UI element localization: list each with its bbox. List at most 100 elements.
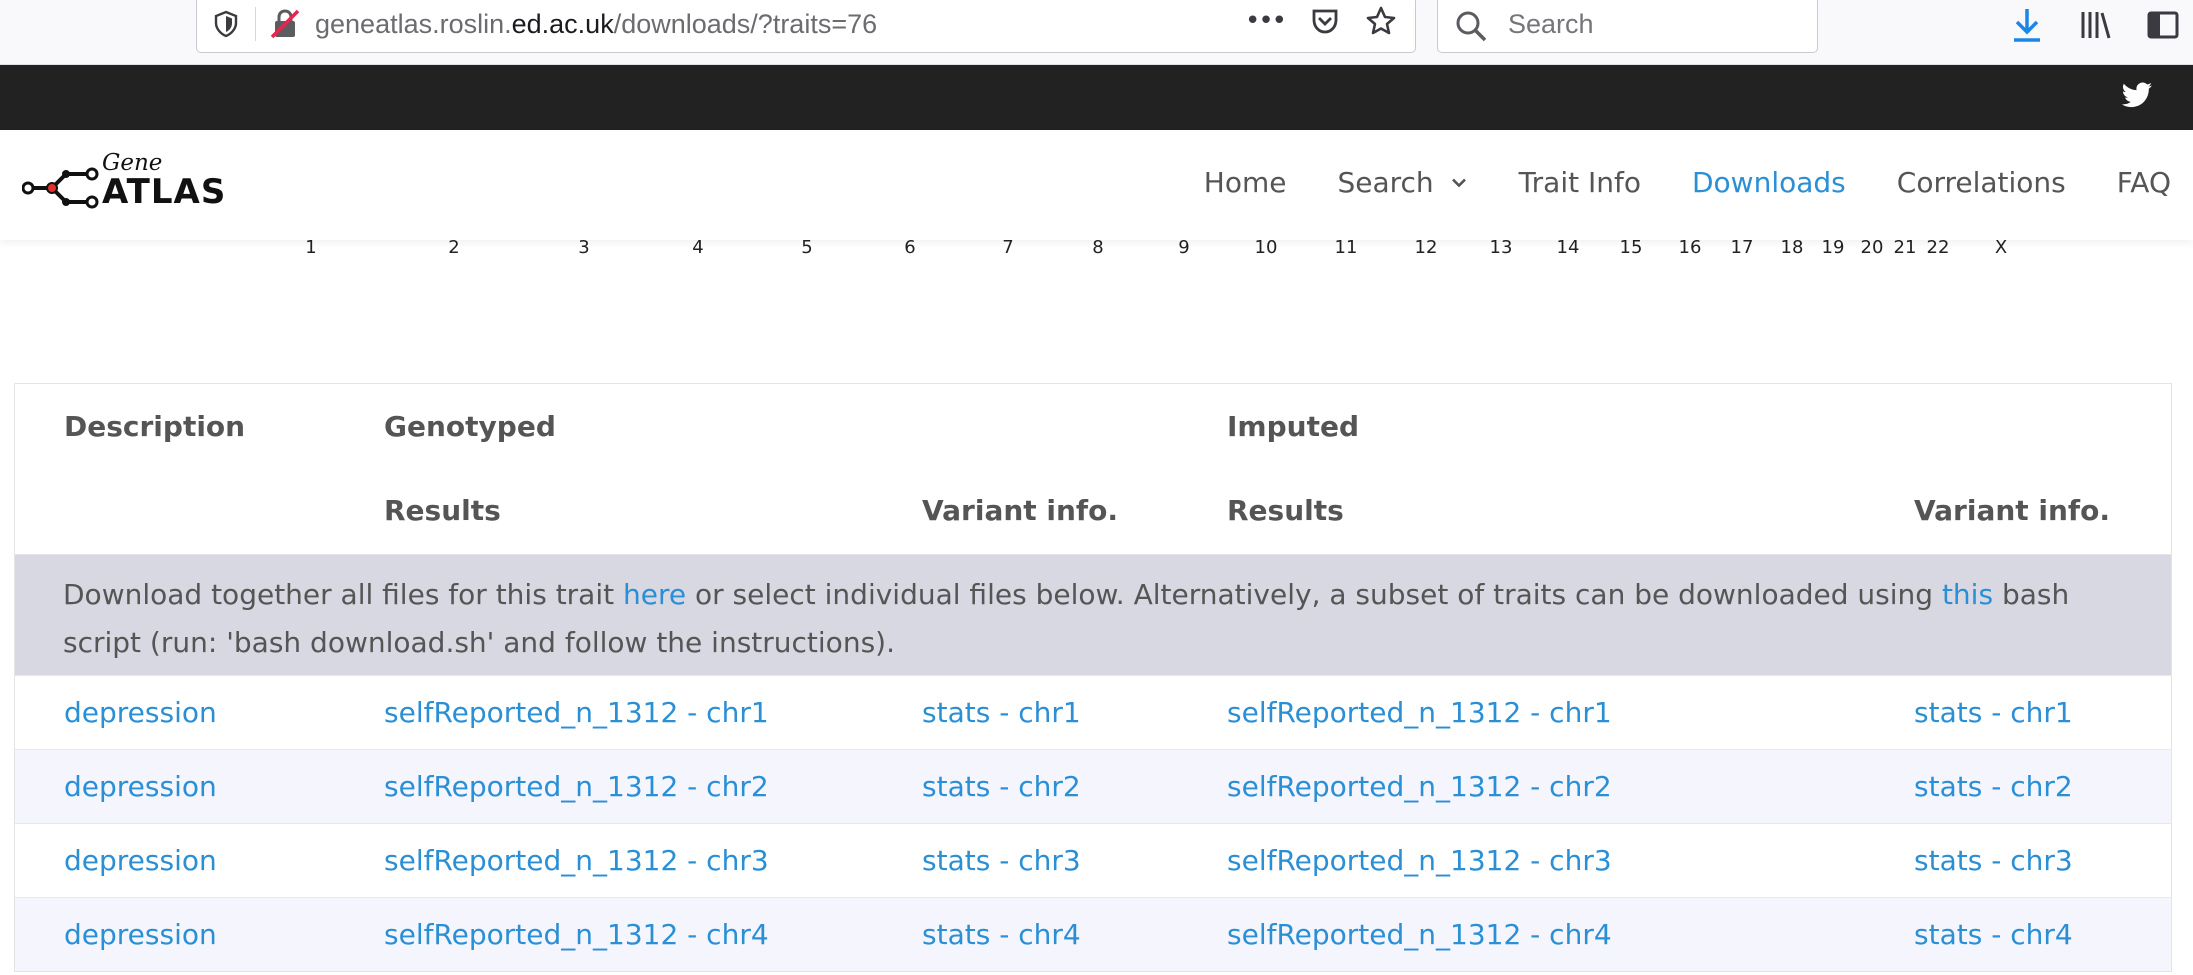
url-domain: ed.ac.uk [511, 9, 614, 39]
sidebar-toggle-icon[interactable] [2146, 8, 2180, 42]
genotyped-variant-link[interactable]: stats - chr2 [922, 770, 1081, 803]
nav-correlations-label: Correlations [1896, 166, 2066, 199]
nav-trait-info-label: Trait Info [1518, 166, 1641, 199]
library-icon[interactable] [2078, 8, 2112, 42]
pocket-icon[interactable] [1309, 5, 1341, 37]
nav-faq[interactable]: FAQ [2117, 166, 2171, 199]
url-prefix: geneatlas.roslin. [315, 9, 512, 39]
notice-text: Download together all files for this tra… [63, 578, 623, 611]
imputed-results-link[interactable]: selfReported_n_1312 - chr1 [1227, 696, 1612, 729]
imputed-results-link[interactable]: selfReported_n_1312 - chr4 [1227, 918, 1612, 951]
chromosome-label: 21 [1893, 237, 1917, 258]
address-bar-divider [255, 7, 256, 41]
bookmark-star-icon[interactable] [1365, 5, 1397, 37]
notice-text: or select individual files below. Altern… [686, 578, 1942, 611]
chromosome-label: 14 [1556, 237, 1580, 258]
nav-faq-label: FAQ [2116, 166, 2171, 199]
table-header: Description Genotyped Imputed Results Va… [15, 384, 2171, 554]
imputed-variant-link[interactable]: stats - chr2 [1914, 770, 2073, 803]
address-bar[interactable]: geneatlas.roslin.ed.ac.uk/downloads/?tra… [196, 0, 1416, 53]
nav-downloads-label: Downloads [1691, 166, 1846, 199]
header-imputed: Imputed [1227, 410, 1359, 443]
description-link[interactable]: depression [64, 918, 217, 951]
page-actions-menu-icon[interactable]: ••• [1245, 6, 1287, 36]
description-link[interactable]: depression [64, 770, 217, 803]
header-description: Description [64, 410, 246, 443]
chromosome-label: 5 [801, 237, 813, 258]
imputed-variant-link[interactable]: stats - chr1 [1914, 696, 2073, 729]
nav-trait-info[interactable]: Trait Info [1519, 166, 1641, 199]
download-all-link[interactable]: here [623, 578, 686, 611]
nav-downloads[interactable]: Downloads [1692, 166, 1846, 199]
imputed-variant-link[interactable]: stats - chr3 [1914, 844, 2073, 877]
genotyped-results-link[interactable]: selfReported_n_1312 - chr4 [384, 918, 769, 951]
site-top-bar [0, 65, 2193, 130]
site-navbar: Gene ATLAS Home Search Trait Info Downlo… [0, 130, 2193, 240]
table-row: depression selfReported_n_1312 - chr1 st… [15, 675, 2171, 749]
table-row: depression selfReported_n_1312 - chr4 st… [15, 897, 2171, 971]
chromosome-label: 7 [1002, 237, 1014, 258]
chromosome-label: X [1994, 237, 2008, 258]
header-genotyped-variant-info: Variant info. [922, 494, 1118, 527]
browser-search-field[interactable]: Search [1437, 0, 1818, 53]
nav-search-label: Search [1337, 166, 1434, 199]
imputed-results-link[interactable]: selfReported_n_1312 - chr2 [1227, 770, 1612, 803]
description-link[interactable]: depression [64, 844, 217, 877]
imputed-results-link[interactable]: selfReported_n_1312 - chr3 [1227, 844, 1612, 877]
chromosome-label: 19 [1821, 237, 1845, 258]
description-link[interactable]: depression [64, 696, 217, 729]
logo-text-atlas: ATLAS [102, 172, 227, 212]
chromosome-label: 12 [1414, 237, 1438, 258]
insecure-lock-icon[interactable] [269, 7, 301, 41]
table-row: depression selfReported_n_1312 - chr2 st… [15, 749, 2171, 823]
chromosome-label: 2 [448, 237, 460, 258]
chromosome-label: 4 [692, 237, 704, 258]
chromosome-label: 11 [1334, 237, 1358, 258]
url-text[interactable]: geneatlas.roslin.ed.ac.uk/downloads/?tra… [315, 7, 877, 41]
nav-home[interactable]: Home [1204, 166, 1287, 199]
logo-molecule-icon [22, 167, 99, 209]
nav-search[interactable]: Search [1337, 166, 1467, 199]
chromosome-label: 6 [904, 237, 916, 258]
chromosome-label: 1 [305, 237, 317, 258]
chromosome-label: 3 [578, 237, 590, 258]
address-bar-actions: ••• [1245, 5, 1397, 37]
chromosome-label: 17 [1730, 237, 1754, 258]
genotyped-results-link[interactable]: selfReported_n_1312 - chr3 [384, 844, 769, 877]
download-notice: Download together all files for this tra… [15, 554, 2171, 675]
chromosome-axis: 1 2 3 4 5 6 7 8 9 10 11 12 13 14 15 16 1… [0, 237, 2193, 263]
nav-correlations[interactable]: Correlations [1897, 166, 2066, 199]
genotyped-variant-link[interactable]: stats - chr3 [922, 844, 1081, 877]
chromosome-label: 8 [1092, 237, 1104, 258]
chromosome-label: 10 [1254, 237, 1278, 258]
browser-toolbar-buttons [2010, 6, 2180, 44]
url-path: /downloads/?traits=76 [613, 9, 878, 39]
nav-home-label: Home [1203, 166, 1287, 199]
imputed-variant-link[interactable]: stats - chr4 [1914, 918, 2073, 951]
genotyped-results-link[interactable]: selfReported_n_1312 - chr2 [384, 770, 769, 803]
genotyped-results-link[interactable]: selfReported_n_1312 - chr1 [384, 696, 769, 729]
downloads-table: Description Genotyped Imputed Results Va… [14, 383, 2172, 972]
chromosome-label: 22 [1926, 237, 1950, 258]
search-placeholder: Search [1508, 9, 1594, 39]
twitter-icon[interactable] [2121, 82, 2153, 110]
header-imputed-variant-info: Variant info. [1914, 494, 2110, 527]
chromosome-label: 16 [1678, 237, 1702, 258]
bash-script-link[interactable]: this [1942, 578, 1993, 611]
header-genotyped: Genotyped [384, 410, 556, 443]
genotyped-variant-link[interactable]: stats - chr1 [922, 696, 1081, 729]
chromosome-label: 15 [1619, 237, 1643, 258]
search-icon [1456, 11, 1487, 42]
header-imputed-results: Results [1227, 494, 1344, 527]
tracking-protection-shield-icon[interactable] [211, 9, 241, 39]
geneatlas-logo[interactable]: Gene ATLAS [22, 150, 225, 216]
chevron-down-icon [1451, 178, 1466, 187]
chromosome-label: 18 [1780, 237, 1804, 258]
browser-toolbar: geneatlas.roslin.ed.ac.uk/downloads/?tra… [0, 0, 2193, 65]
genotyped-variant-link[interactable]: stats - chr4 [922, 918, 1081, 951]
table-row: depression selfReported_n_1312 - chr3 st… [15, 823, 2171, 897]
chromosome-label: 9 [1178, 237, 1190, 258]
main-nav: Home Search Trait Info Downloads Correla… [1204, 166, 2171, 199]
chromosome-label: 13 [1489, 237, 1513, 258]
downloads-icon[interactable] [2010, 6, 2044, 44]
